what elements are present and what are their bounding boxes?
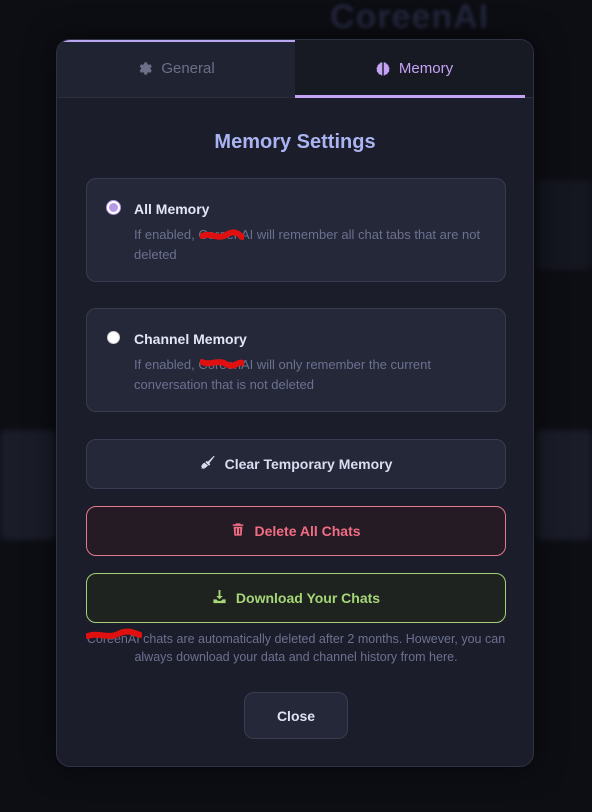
clear-temporary-memory-button[interactable]: Clear Temporary Memory [86,439,506,489]
delete-all-chats-label: Delete All Chats [254,523,361,539]
close-button[interactable]: Close [244,692,348,739]
tab-memory[interactable]: Memory [295,40,533,98]
all-memory-radio[interactable] [107,201,120,214]
brain-icon [375,61,391,77]
tab-general[interactable]: General [57,40,295,97]
delete-all-chats-button[interactable]: Delete All Chats [86,506,506,556]
channel-memory-description: If enabled, CoreenAI will only remember … [134,357,431,392]
retention-note: CoreenAI chats are automatically deleted… [86,632,506,664]
trash-icon [231,522,245,540]
modal-title: Memory Settings [214,131,376,153]
settings-modal: General Memory Memory Settings All Memor… [56,39,534,767]
channel-memory-title: Channel Memory [134,331,247,347]
tab-general-label: General [161,60,215,77]
channel-memory-radio[interactable] [107,331,120,344]
redaction-mark [200,359,244,369]
download-icon [212,589,227,607]
redaction-mark [86,628,142,639]
tab-memory-label: Memory [398,60,454,77]
download-chats-label: Download Your Chats [235,590,381,606]
option-channel-memory[interactable]: Channel Memory If enabled, CoreenAI will… [86,308,506,412]
clear-temporary-memory-label: Clear Temporary Memory [224,456,393,472]
background-brand-title: CoreenAI [330,0,490,36]
option-all-memory[interactable]: All Memory If enabled, CoreenAI will rem… [86,178,506,282]
background-panel-left [0,430,56,540]
all-memory-description: If enabled, CoreenAI will remember all c… [134,227,481,262]
broom-icon [200,455,216,474]
all-memory-title: All Memory [134,201,210,217]
background-card-right [536,180,592,270]
settings-tabs: General Memory [57,40,533,98]
download-chats-button[interactable]: Download Your Chats [86,573,506,623]
gear-icon [137,61,153,77]
background-panel-right [536,430,592,540]
redaction-mark [200,229,244,240]
